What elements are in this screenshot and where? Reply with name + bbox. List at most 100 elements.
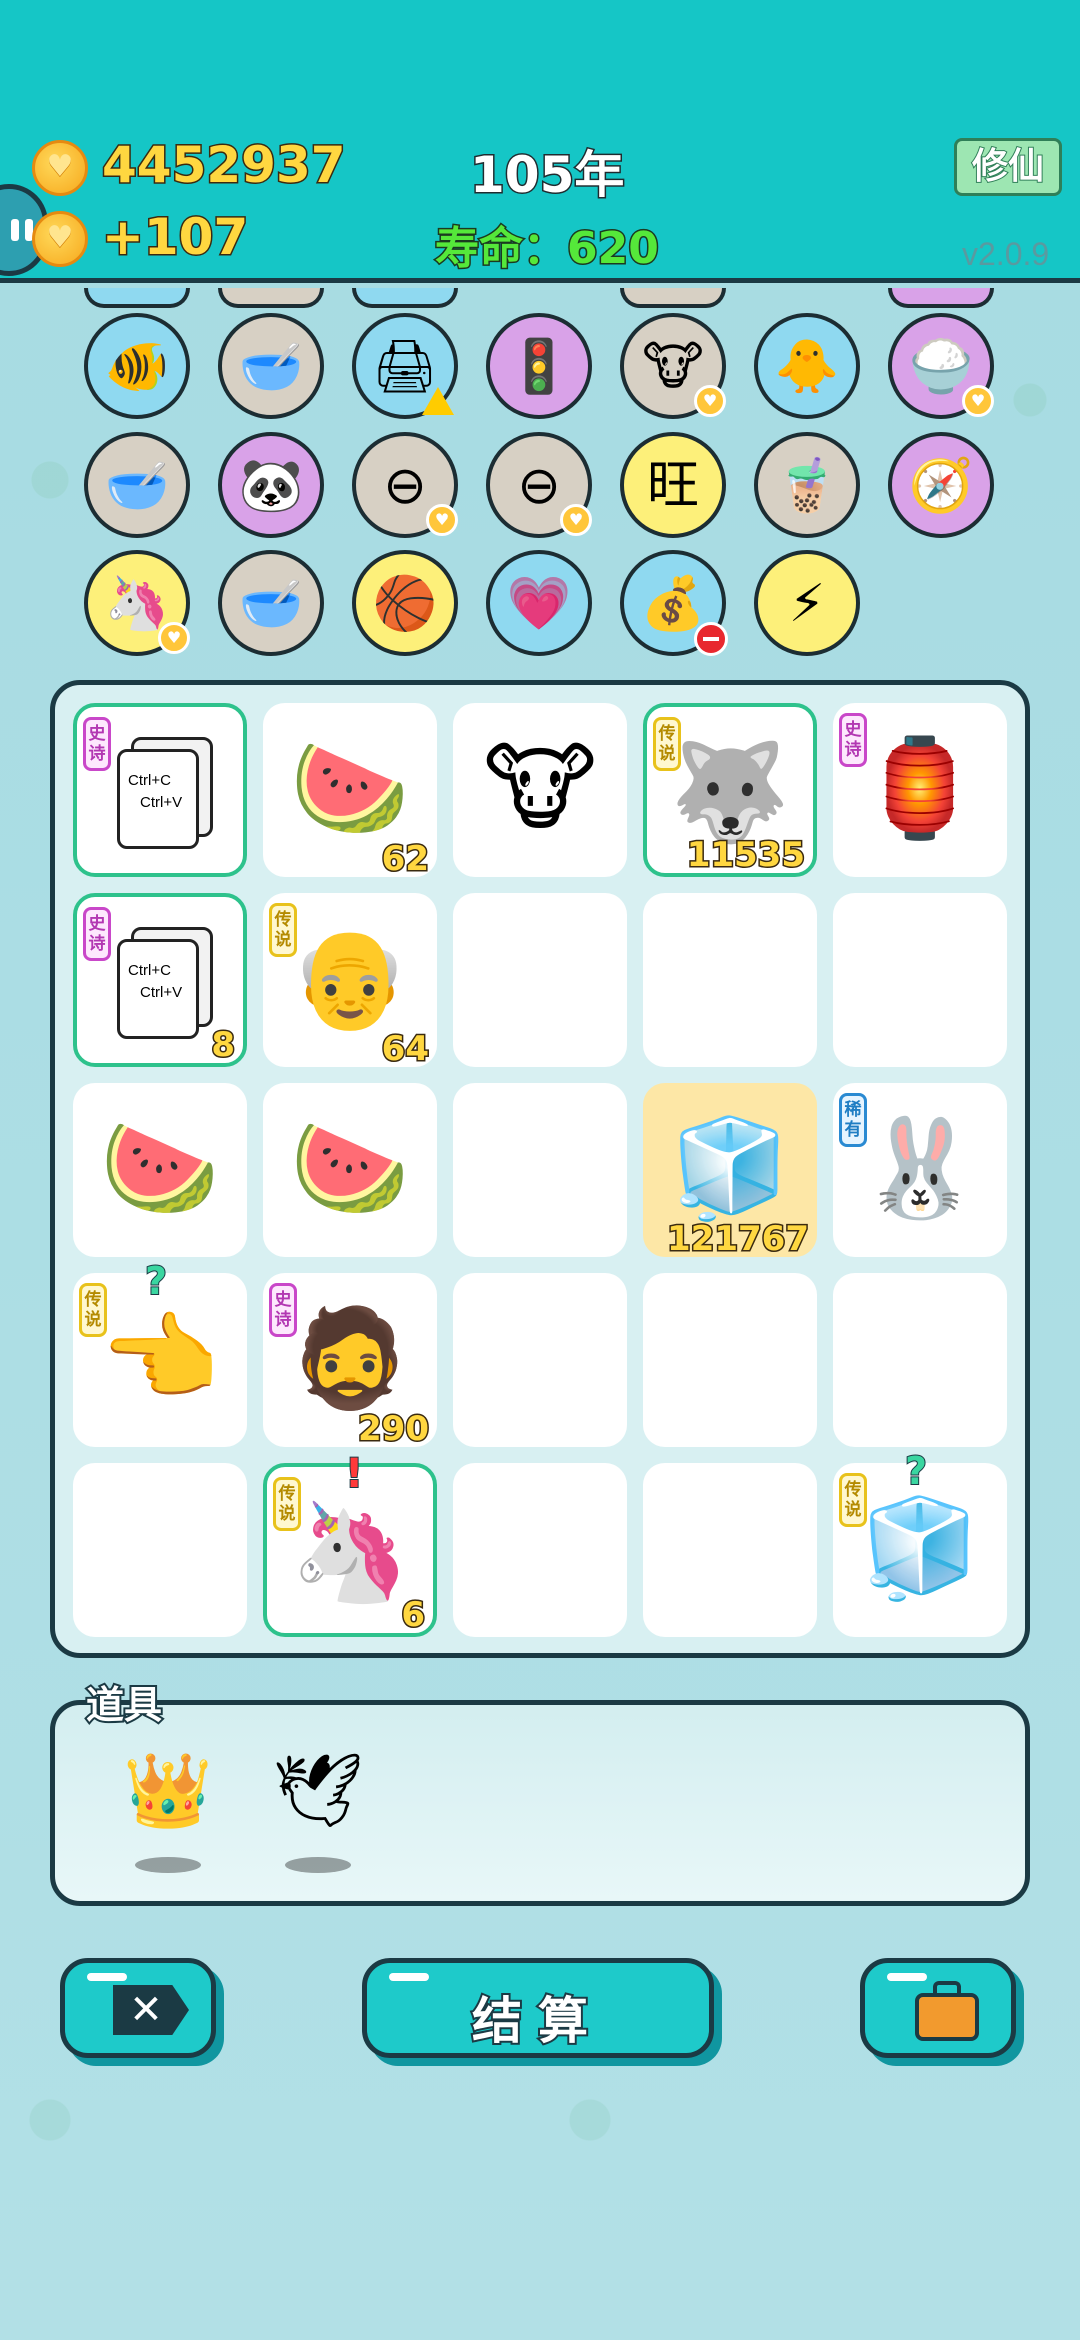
printer-effect[interactable]: 🖨 <box>352 313 458 419</box>
item-count: 290 <box>357 1408 431 1451</box>
lifespan: 寿命：620 <box>434 212 661 276</box>
heart-badge-icon: ♥ <box>694 385 726 417</box>
version-label: v2.0.9 <box>962 236 1050 272</box>
bubble-tea-icon: 🧋 <box>774 456 840 516</box>
pet-bowl-icon: 🥣 <box>238 337 304 397</box>
board-cell-husky-king[interactable]: 🐺 传说 11535 <box>643 703 817 877</box>
watermelon-icon: 🍉 <box>290 1112 410 1224</box>
basketballs-effect[interactable]: 🏀 <box>352 550 458 656</box>
board-cell-empty[interactable] <box>643 1463 817 1637</box>
lifespan-value: 620 <box>566 222 661 276</box>
board-cell-pointing-hand[interactable]: 👈 传说? <box>73 1258 247 1447</box>
board-cell-empty[interactable] <box>73 1463 247 1637</box>
chick-egg-effect[interactable]: 🐥 <box>754 313 860 419</box>
item-count: 8 <box>210 1024 237 1067</box>
rarity-tag: 史诗 <box>83 907 111 961</box>
board-cell-watermelon[interactable]: 🍉 62 <box>263 703 437 881</box>
board-cell-watermelon[interactable]: 🍉 <box>73 1083 247 1257</box>
board-cell-fridge[interactable]: 🧊 传说? <box>833 1448 1007 1637</box>
heart-lollipop-icon: 💗 <box>506 574 572 634</box>
item-crown[interactable]: 👑 <box>113 1745 223 1873</box>
crown-icon: 👑 <box>123 1748 213 1832</box>
partial-icon <box>218 288 324 308</box>
backpack-button[interactable] <box>860 1958 1016 2058</box>
item-white-bird[interactable]: 🕊 <box>263 1745 373 1873</box>
pet-bowl-icon: 🥣 <box>238 574 304 634</box>
board-cell-empty[interactable] <box>833 1273 1007 1447</box>
partial-icon <box>352 288 458 308</box>
item-count: 6 <box>400 1594 427 1637</box>
pet-bowl-effect[interactable]: 🥣 <box>218 550 324 656</box>
traffic-light-effect[interactable]: 🚦 <box>486 313 592 419</box>
compass-effect[interactable]: 🧭 <box>888 432 994 538</box>
coin-balance: 4452937 <box>101 135 348 196</box>
heart-badge-icon: ♥ <box>426 504 458 536</box>
top-bar: 4452937 +107 105年 寿命：620 修仙 v2.0.9 <box>0 0 1080 283</box>
copy-paste-card-icon: Ctrl+C Ctrl+V <box>117 927 213 1039</box>
board-cell-empty[interactable] <box>453 893 627 1067</box>
minus-sign-effect[interactable]: ⊖ ♥ <box>486 432 592 538</box>
partial-icon <box>84 288 190 308</box>
board-cell-copy-paste-card[interactable]: Ctrl+C Ctrl+V 史诗 8 <box>73 893 247 1067</box>
board-cell-empty[interactable] <box>643 1273 817 1447</box>
coin-icon <box>32 140 88 196</box>
close-icon: ✕ <box>113 1985 189 2035</box>
board-cell-cow[interactable]: 🐮 <box>453 703 627 877</box>
board-cell-copy-paste-card[interactable]: Ctrl+C Ctrl+V 史诗 <box>73 703 247 877</box>
board-cell-fridge[interactable]: 🧊 121767 <box>643 1083 817 1261</box>
settle-label: 结算 <box>470 1990 604 2052</box>
partial-icon <box>888 288 994 308</box>
rarity-tag: 史诗 <box>83 717 111 771</box>
board-cell-empty[interactable] <box>453 1083 627 1257</box>
traffic-light-icon: 🚦 <box>506 337 572 397</box>
rarity-tag: 稀有 <box>839 1093 867 1147</box>
board-cell-empty[interactable] <box>453 1463 627 1637</box>
board-cell-bald-man[interactable]: 👴 传说 64 <box>263 893 437 1071</box>
board-cell-rabbit-house[interactable]: 🏮 史诗 <box>833 703 1007 877</box>
board-cell-rabbit[interactable]: 🐰 稀有 <box>833 1083 1007 1257</box>
rarity-tag: 传说 <box>79 1283 107 1337</box>
briefcase-icon <box>915 1981 979 2041</box>
item-board: Ctrl+C Ctrl+V 史诗 🍉 62 🐮 🐺 传说 11535 🏮 史诗 Ctrl+C Ctrl+… <box>50 680 1030 1658</box>
board-cell-bearded-man[interactable]: 🧔 史诗 290 <box>263 1273 437 1451</box>
items-title: 道具 <box>84 1681 164 1729</box>
close-button[interactable]: ✕ <box>60 1958 216 2058</box>
item-shadow <box>285 1857 351 1873</box>
pet-bowl-effect[interactable]: 🥣 <box>84 432 190 538</box>
wang-chars-icon: 旺 <box>646 456 699 516</box>
copy-paste-card-icon: Ctrl+C Ctrl+V <box>117 737 213 849</box>
lightning-effect[interactable]: ⚡ <box>754 550 860 656</box>
board-cell-watermelon[interactable]: 🍉 <box>263 1083 437 1257</box>
bird-icon: 🕊 <box>272 1748 364 1832</box>
heart-lollipop-effect[interactable]: 💗 <box>486 550 592 656</box>
minus-badge-icon <box>694 622 728 656</box>
item-count: 121767 <box>666 1218 811 1261</box>
items-panel: 👑 🕊 <box>50 1700 1030 1906</box>
item-count: 11535 <box>685 834 806 877</box>
item-count: 64 <box>380 1028 430 1071</box>
pet-bowl-effect[interactable]: 🥣 <box>218 313 324 419</box>
panda-effect[interactable]: 🐼 <box>218 432 324 538</box>
board-cell-empty[interactable] <box>833 893 1007 1067</box>
card-line: Ctrl+C <box>128 962 171 979</box>
twin-cows-effect[interactable]: 🐮 ♥ <box>620 313 726 419</box>
cultivate-button[interactable]: 修仙 <box>954 138 1062 196</box>
bubble-tea-effect[interactable]: 🧋 <box>754 432 860 538</box>
board-cell-empty[interactable] <box>453 1273 627 1447</box>
compass-icon: 🧭 <box>908 456 974 516</box>
wang-chars-effect[interactable]: 旺 <box>620 432 726 538</box>
minus-sign-effect[interactable]: ⊖ ♥ <box>352 432 458 538</box>
fish-bowl-effect[interactable]: 🐠 <box>84 313 190 419</box>
board-cell-empty[interactable] <box>643 893 817 1067</box>
fish-bowl-icon: 🐠 <box>104 337 170 397</box>
heart-badge-icon: ♥ <box>560 504 592 536</box>
settle-button[interactable]: 结算 <box>362 1958 714 2058</box>
card-line: Ctrl+C <box>128 772 171 789</box>
money-bag-effect[interactable]: 💰 <box>620 550 728 656</box>
watermelon-icon: 🍉 <box>290 732 410 844</box>
chick-egg-icon: 🐥 <box>774 337 840 397</box>
rice-bowl-effect[interactable]: 🍚 ♥ <box>888 313 994 419</box>
unicorn-effect[interactable]: 🦄 ♥ <box>84 550 190 656</box>
item-count: 62 <box>380 838 430 881</box>
board-cell-unicorn[interactable]: 🦄 传说! 6 <box>263 1450 437 1637</box>
